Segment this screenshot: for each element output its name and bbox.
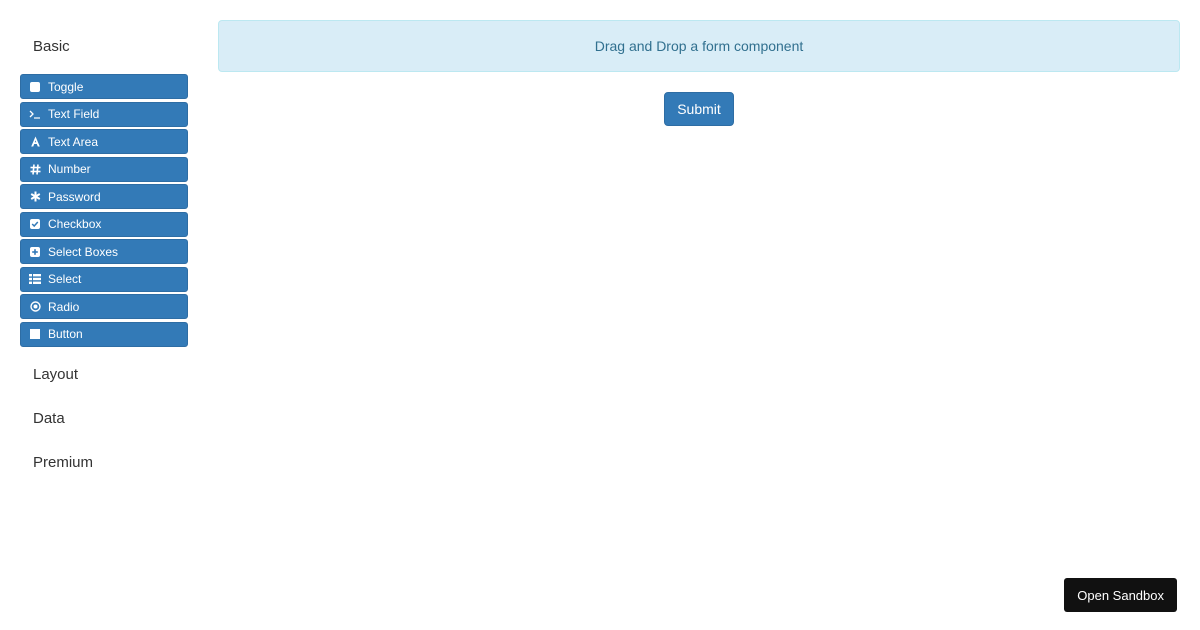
component-label: Number: [48, 162, 91, 176]
component-text-field[interactable]: Text Field: [20, 101, 188, 127]
group-heading-premium[interactable]: Premium: [20, 441, 188, 485]
drop-zone[interactable]: Drag and Drop a form component: [218, 20, 1180, 72]
open-sandbox-button[interactable]: Open Sandbox: [1064, 578, 1177, 612]
component-label: Radio: [48, 299, 80, 314]
component-radio[interactable]: Radio: [20, 294, 188, 319]
list-icon: [29, 273, 41, 285]
component-text-area[interactable]: Text Area: [20, 129, 188, 154]
component-label: Select: [48, 272, 82, 286]
component-label: Select Boxes: [48, 244, 119, 259]
component-button[interactable]: Button: [20, 321, 188, 347]
component-sidebar: Basic Toggle Text Field Text Area Number…: [20, 20, 188, 485]
stop-icon: [29, 328, 41, 340]
submit-button[interactable]: Submit: [664, 92, 734, 126]
basic-components-list: Toggle Text Field Text Area Number Passw…: [20, 74, 188, 347]
plus-square-icon: [29, 246, 41, 258]
component-toggle[interactable]: Toggle: [20, 74, 188, 99]
component-label: Text Area: [48, 134, 99, 149]
component-label: Toggle: [48, 79, 84, 94]
component-select-boxes[interactable]: Select Boxes: [20, 239, 188, 264]
font-icon: [29, 136, 41, 148]
check-square-icon: [29, 218, 41, 230]
form-builder: Basic Toggle Text Field Text Area Number…: [0, 0, 1200, 630]
form-canvas: Drag and Drop a form component Submit: [218, 20, 1180, 126]
submit-row: Submit: [218, 92, 1180, 126]
component-password[interactable]: Password: [20, 184, 188, 209]
toggle-icon: [29, 81, 41, 93]
drop-zone-text: Drag and Drop a form component: [594, 38, 804, 54]
component-label: Checkbox: [48, 217, 102, 231]
group-heading-layout[interactable]: Layout: [20, 353, 188, 397]
asterisk-icon: [29, 191, 41, 203]
group-heading-basic[interactable]: Basic: [20, 20, 188, 74]
group-heading-data[interactable]: Data: [20, 397, 188, 441]
component-number[interactable]: Number: [20, 156, 188, 182]
terminal-icon: [29, 108, 41, 120]
component-label: Password: [48, 189, 101, 204]
dot-circle-icon: [29, 301, 41, 313]
component-label: Button: [48, 327, 83, 341]
component-label: Text Field: [48, 107, 100, 121]
component-checkbox[interactable]: Checkbox: [20, 211, 188, 237]
hashtag-icon: [29, 163, 41, 175]
component-select[interactable]: Select: [20, 266, 188, 292]
